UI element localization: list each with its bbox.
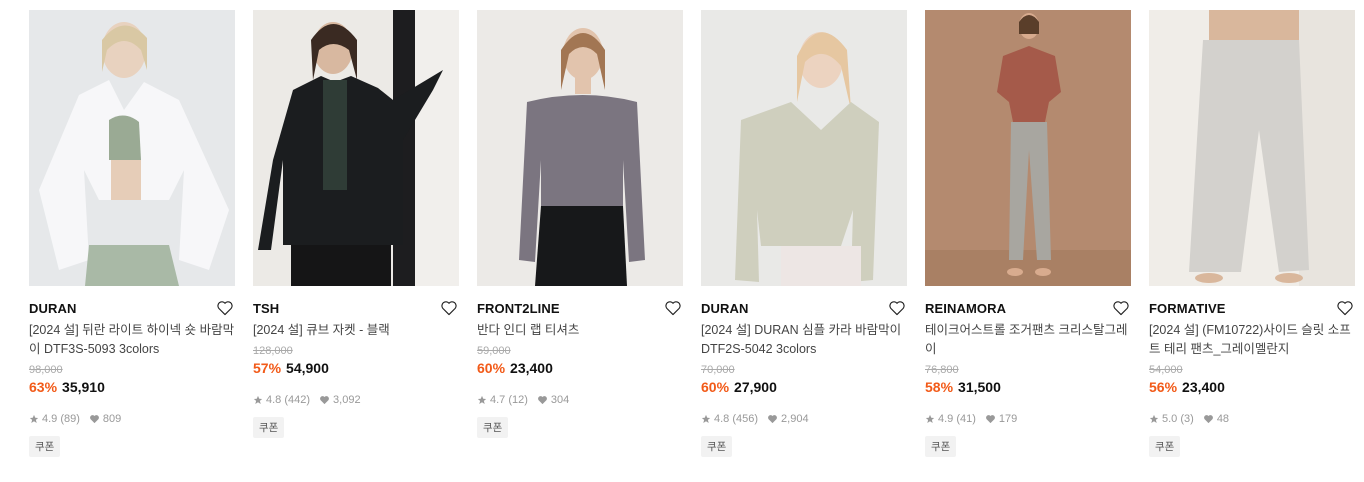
heart-outline-icon[interactable] [216, 300, 234, 316]
like-count: 48 [1216, 413, 1230, 425]
review-count: (12) [508, 394, 528, 406]
discount-rate: 56% [1149, 379, 1178, 395]
coupon-badge: 쿠폰 [1149, 436, 1181, 457]
original-price: 54,000 [1149, 364, 1183, 376]
product-image[interactable] [701, 10, 907, 286]
original-price: 70,000 [701, 364, 735, 376]
like-count: 3,092 [333, 394, 361, 406]
star-icon [477, 395, 487, 404]
discount-rate: 57% [253, 360, 282, 376]
rating: 5.0 [1162, 413, 1178, 425]
heart-outline-icon[interactable] [1112, 300, 1130, 316]
brand-name[interactable]: FRONT2LINE [477, 301, 560, 316]
heart-outline-icon[interactable] [1336, 300, 1354, 316]
heart-outline-icon[interactable] [664, 300, 682, 316]
star-icon [701, 414, 711, 423]
like-count: 809 [102, 413, 122, 425]
heart-outline-icon[interactable] [440, 300, 458, 316]
discount-rate: 63% [29, 379, 58, 395]
rating: 4.7 [490, 394, 506, 406]
product-grid: DURAN [2024 설] 뒤란 라이트 하이넥 숏 바람막이 DTF3S-5… [0, 0, 1364, 482]
product-image[interactable] [253, 10, 459, 286]
original-price: 59,000 [477, 345, 511, 357]
product-card[interactable]: FRONT2LINE 반다 인디 랩 티셔츠 59,000 60% 23,400 … [477, 10, 683, 438]
like-count: 179 [998, 413, 1018, 425]
review-count: (41) [956, 413, 976, 425]
discount-rate: 60% [477, 360, 506, 376]
rating: 4.8 [266, 394, 282, 406]
review-count: (456) [732, 413, 759, 425]
coupon-badge: 쿠폰 [29, 436, 61, 457]
review-count: (3) [1180, 413, 1194, 425]
original-price: 98,000 [29, 364, 63, 376]
rating: 4.9 [938, 413, 954, 425]
star-icon [925, 414, 935, 423]
sale-price: 27,900 [734, 379, 777, 395]
brand-name[interactable]: TSH [253, 301, 279, 316]
like-count: 304 [550, 394, 570, 406]
heart-filled-icon [768, 415, 777, 424]
heart-outline-icon[interactable] [888, 300, 906, 316]
heart-filled-icon [320, 396, 329, 405]
coupon-badge: 쿠폰 [925, 436, 957, 457]
brand-name[interactable]: FORMATIVE [1149, 301, 1226, 316]
review-count: (89) [60, 413, 80, 425]
product-title[interactable]: [2024 설] (FM10722)사이드 슬릿 소프트 테리 팬츠_그레이멜란… [1149, 321, 1355, 359]
star-icon [29, 414, 39, 423]
coupon-badge: 쿠폰 [701, 436, 733, 457]
heart-filled-icon [537, 396, 547, 405]
product-card[interactable]: DURAN [2024 설] 뒤란 라이트 하이넥 숏 바람막이 DTF3S-5… [29, 10, 235, 457]
star-icon [253, 395, 263, 404]
discount-rate: 60% [701, 379, 730, 395]
heart-filled-icon [89, 415, 99, 424]
brand-name[interactable]: DURAN [701, 301, 748, 316]
original-price: 128,000 [253, 345, 293, 357]
sale-price: 54,900 [286, 360, 329, 376]
rating: 4.9 [42, 413, 58, 425]
star-icon [1149, 414, 1159, 423]
heart-filled-icon [985, 415, 995, 424]
product-image[interactable] [477, 10, 683, 286]
coupon-badge: 쿠폰 [253, 417, 285, 438]
product-title[interactable]: 테이크어스트롤 조거팬츠 크리스탈그레이 [925, 321, 1131, 359]
product-card[interactable]: DURAN [2024 설] DURAN 심플 카라 바람막이 DTF2S-50… [701, 10, 907, 457]
sale-price: 31,500 [958, 379, 1001, 395]
brand-name[interactable]: DURAN [29, 301, 76, 316]
product-title[interactable]: [2024 설] DURAN 심플 카라 바람막이 DTF2S-5042 3co… [701, 321, 907, 359]
heart-filled-icon [1203, 415, 1213, 424]
review-count: (442) [284, 394, 311, 406]
sale-price: 23,400 [510, 360, 553, 376]
like-count: 2,904 [781, 413, 809, 425]
rating: 4.8 [714, 413, 730, 425]
product-title[interactable]: [2024 설] 뒤란 라이트 하이넥 숏 바람막이 DTF3S-5093 3c… [29, 321, 235, 359]
sale-price: 35,910 [62, 379, 105, 395]
product-card[interactable]: TSH [2024 설] 큐브 자켓 - 블랙 128,000 57% 54,90… [253, 10, 459, 438]
product-card[interactable]: FORMATIVE [2024 설] (FM10722)사이드 슬릿 소프트 테… [1149, 10, 1355, 457]
product-title[interactable]: [2024 설] 큐브 자켓 - 블랙 [253, 321, 459, 340]
product-image[interactable] [925, 10, 1131, 286]
original-price: 76,800 [925, 364, 959, 376]
product-title[interactable]: 반다 인디 랩 티셔츠 [477, 321, 683, 340]
discount-rate: 58% [925, 379, 954, 395]
sale-price: 23,400 [1182, 379, 1225, 395]
coupon-badge: 쿠폰 [477, 417, 509, 438]
product-image[interactable] [1149, 10, 1355, 286]
product-card[interactable]: REINAMORA 테이크어스트롤 조거팬츠 크리스탈그레이 76,800 58… [925, 10, 1131, 457]
brand-name[interactable]: REINAMORA [925, 301, 1006, 316]
product-image[interactable] [29, 10, 235, 286]
